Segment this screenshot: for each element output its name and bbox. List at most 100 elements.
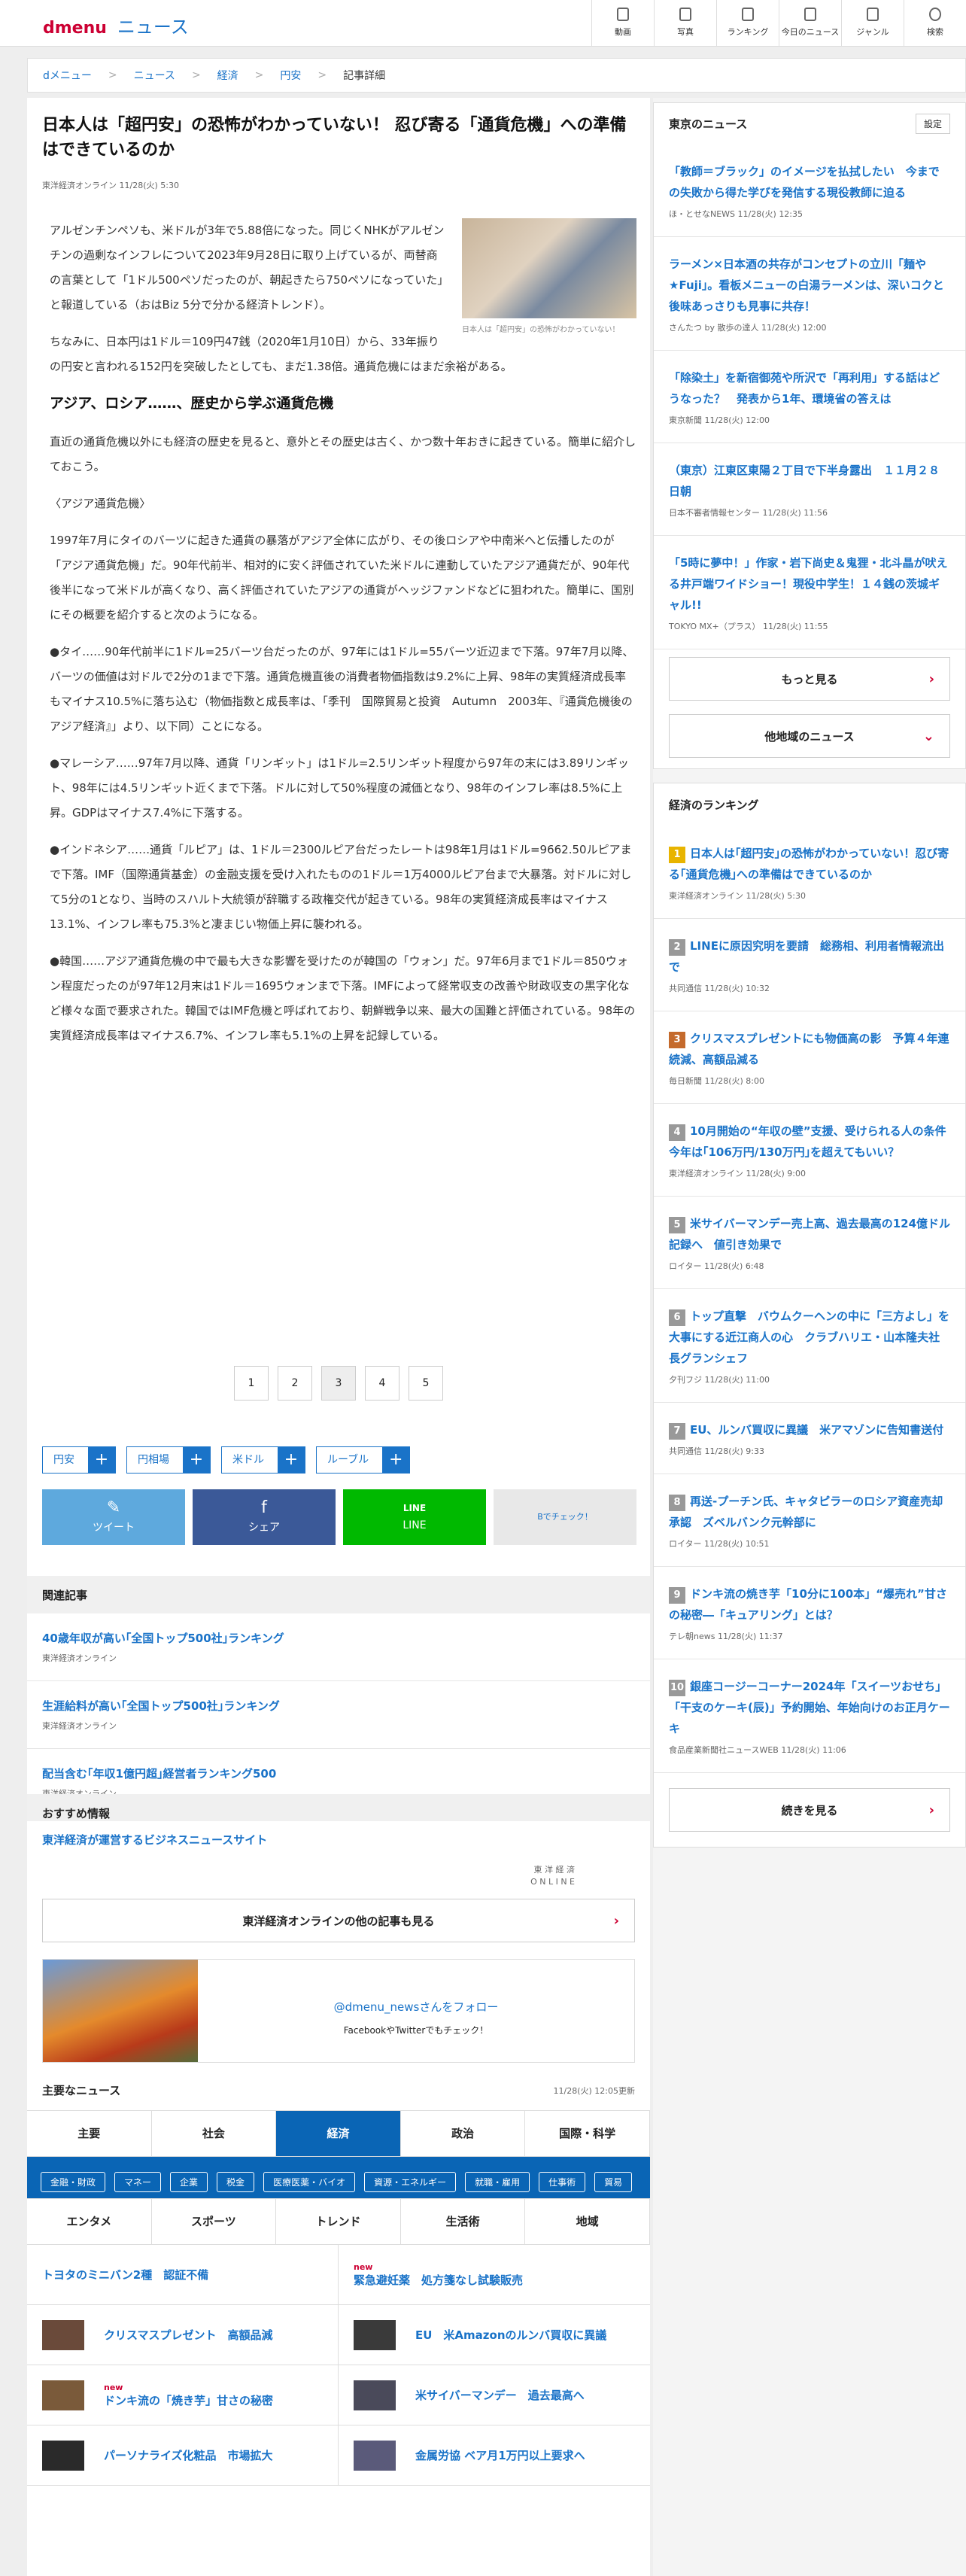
subtag[interactable]: 金融・財政: [41, 2172, 106, 2192]
crumb-economy[interactable]: 経済: [217, 68, 238, 83]
item-title: ラーメン×日本酒の共存がコンセプトの立川「麺や★Fuji」。看板メニューの白湯ラ…: [669, 257, 944, 313]
news-item[interactable]: new 緊急避妊薬 処方箋なし試験販売: [339, 2245, 650, 2305]
subtag[interactable]: 貿易: [594, 2172, 633, 2192]
tweet-button[interactable]: ✎ ツイート: [42, 1489, 185, 1545]
plus-icon[interactable]: +: [382, 1447, 410, 1473]
ranking-item[interactable]: 2 LINEに原因究明を要請 総務相、利用者情報流出で 共同通信 11/28(火) …: [654, 919, 965, 1011]
plus-icon[interactable]: +: [183, 1447, 210, 1473]
news-item[interactable]: EU 米Amazonのルンバ買収に異議: [339, 2305, 650, 2365]
subtag[interactable]: 企業: [170, 2172, 208, 2192]
page-4[interactable]: 4: [365, 1366, 399, 1401]
more-label: 続きを見る: [781, 1803, 838, 1817]
ranking-item[interactable]: 4 10月開始の“年収の壁”支援、受けられる人の条件 今年は｢106万円/130万…: [654, 1104, 965, 1197]
nav-photo[interactable]: 写真: [654, 0, 716, 47]
paragraph: ちなみに、日本円は1ドル＝109円47銭（2020年1月10日）から、33年振り…: [50, 335, 512, 373]
plus-icon[interactable]: +: [88, 1447, 115, 1473]
subtag[interactable]: 就職・雇用: [465, 2172, 530, 2192]
tab-entame[interactable]: エンタメ: [27, 2199, 152, 2244]
tab-economy[interactable]: 経済: [276, 2111, 401, 2156]
tab-main[interactable]: 主要: [27, 2111, 152, 2156]
ranking-item[interactable]: 1 日本人は｢超円安｣の恐怖がわかっていない！忍び寄る｢通貨危機｣への準備はできて…: [654, 826, 965, 919]
tab-region[interactable]: 地域: [525, 2199, 650, 2244]
subtag[interactable]: 仕事術: [539, 2172, 586, 2192]
line-button[interactable]: LINE LINE: [343, 1489, 486, 1545]
news-title: ドンキ流の「焼き芋」甘さの秘密: [104, 2393, 274, 2407]
item-source: 東洋経済オンライン 11/28(火) 5:30: [669, 891, 806, 901]
tag-yen[interactable]: 円安 +: [42, 1446, 116, 1474]
item-title: 銀座コージーコーナー2024年「スイーツおせち」「干支のケーキ(辰)」予約開始、…: [669, 1680, 950, 1735]
tokyo-item[interactable]: （東京）江東区東陽２丁目で下半身露出 １１月２８日朝 日本不審者情報センター 11…: [654, 443, 965, 536]
item-source: 東洋経済オンライン 11/28(火) 9:00: [669, 1169, 806, 1179]
subtag[interactable]: 税金: [217, 2172, 255, 2192]
subtag[interactable]: 医療医薬・バイオ: [263, 2172, 356, 2192]
page-3-current[interactable]: 3: [321, 1366, 356, 1401]
hatena-button[interactable]: Bでチェック！: [494, 1489, 636, 1545]
calendar-icon: [804, 8, 816, 21]
news-item[interactable]: new ドンキ流の「焼き芋」甘さの秘密: [27, 2365, 339, 2425]
tab-life[interactable]: 生活術: [401, 2199, 526, 2244]
nav-today[interactable]: 今日のニュース: [779, 0, 841, 47]
crumb-dmenu[interactable]: dメニュー: [43, 68, 92, 83]
article-image[interactable]: [462, 218, 636, 318]
news-item[interactable]: パーソナライズ化粧品 市場拡大: [27, 2425, 339, 2486]
item-source: さんたつ by 散歩の達人 11/28(火) 12:00: [669, 323, 827, 333]
logo-d: d: [43, 19, 55, 38]
tab-international[interactable]: 国際・科学: [525, 2111, 650, 2156]
crumb-yen[interactable]: 円安: [280, 68, 301, 83]
page-2[interactable]: 2: [278, 1366, 312, 1401]
ranking-item[interactable]: 6 トップ直撃 バウムクーヘンの中に「三方よし」を大事にする近江商人の心 クラブハ…: [654, 1289, 965, 1403]
logo-menu: menu: [54, 19, 107, 38]
nav-label: ジャンル: [856, 27, 889, 37]
article-body: 日本人は「超円安」の恐怖がわかっていない！ アルゼンチンペソも、米ドルが3年で5…: [50, 218, 636, 1060]
ranking-item[interactable]: 7 EU、ルンバ買収に異議 米アマゾンに告知書送付 共同通信 11/28(火) 9:…: [654, 1403, 965, 1474]
related-item[interactable]: 40歳年収が高い｢全国トップ500社｣ランキング 東洋経済オンライン: [27, 1613, 650, 1681]
tab-society[interactable]: 社会: [152, 2111, 277, 2156]
ranking-item[interactable]: 3 クリスマスプレゼントにも物価高の影 予算４年連続減、高額品減る 毎日新聞 11/…: [654, 1011, 965, 1104]
tokyo-item[interactable]: 「5時に夢中！」作家・岩下尚史＆鬼狸・北斗晶が吠える井戸端ワイドショー！現役中学…: [654, 536, 965, 649]
news-title: 金属労協 ベア月1万円以上要求へ: [415, 2449, 585, 2462]
facebook-share-button[interactable]: f シェア: [193, 1489, 336, 1545]
reco-link[interactable]: 東洋経済が運営するビジネスニュースサイト: [27, 1821, 650, 1858]
crumb-news[interactable]: ニュース: [134, 68, 175, 83]
nav-search[interactable]: 検索: [904, 0, 966, 47]
nav-video[interactable]: 動画: [591, 0, 654, 47]
nav-genre[interactable]: ジャンル: [841, 0, 904, 47]
logo-news: ニュース: [117, 17, 189, 38]
ranking-item[interactable]: 8 再送-プーチン氏、キャタピラーのロシア資産売却承認 ズベルバンク元幹部に ロイタ…: [654, 1474, 965, 1567]
tag-yen-rate[interactable]: 円相場 +: [126, 1446, 211, 1474]
news-item[interactable]: トヨタのミニバン2種 認証不備: [27, 2245, 339, 2305]
subtag[interactable]: マネー: [114, 2172, 162, 2192]
setting-button[interactable]: 設定: [915, 114, 950, 134]
tab-trend[interactable]: トレンド: [276, 2199, 401, 2244]
tokyo-item[interactable]: ラーメン×日本酒の共存がコンセプトの立川「麺や★Fuji」。看板メニューの白湯ラ…: [654, 237, 965, 351]
breadcrumb: dメニュー > ニュース > 経済 > 円安 > 記事詳細: [27, 58, 966, 93]
tab-sports[interactable]: スポーツ: [152, 2199, 277, 2244]
ranking-more-button[interactable]: 続きを見る ›: [669, 1788, 950, 1832]
ranking-item[interactable]: 10 銀座コージーコーナー2024年「スイーツおせち」「干支のケーキ(辰)」予約開…: [654, 1659, 965, 1773]
news-item[interactable]: 米サイバーマンデー 過去最高へ: [339, 2365, 650, 2425]
page-1[interactable]: 1: [234, 1366, 269, 1401]
tab-politics[interactable]: 政治: [401, 2111, 526, 2156]
follow-box[interactable]: @dmenu_newsさんをフォロー FacebookやTwitterでもチェッ…: [42, 1959, 635, 2063]
other-region-button[interactable]: 他地域のニュース ⌄: [669, 714, 950, 758]
related-articles: 関連記事 40歳年収が高い｢全国トップ500社｣ランキング 東洋経済オンライン 生…: [27, 1576, 650, 1817]
tokyo-item[interactable]: 「除染土」を新宿御苑や所沢で「再利用」する話はどうなった？ 発表から1年、環境省…: [654, 351, 965, 443]
dmenu-logo[interactable]: d menu ニュース: [43, 12, 189, 38]
news-title: トヨタのミニバン2種 認証不備: [42, 2268, 209, 2282]
related-item[interactable]: 生涯給料が高い｢全国トップ500社｣ランキング 東洋経済オンライン: [27, 1681, 650, 1749]
header-nav: 動画 写真 ランキング 今日のニュース ジャンル 検索: [591, 0, 966, 47]
page-5[interactable]: 5: [409, 1366, 443, 1401]
ranking-item[interactable]: 5 米サイバーマンデー売上高、過去最高の124億ドル記録へ 値引き効果で ロイター …: [654, 1197, 965, 1289]
tokyo-more-button[interactable]: もっと見る ›: [669, 657, 950, 701]
ranking-item[interactable]: 9 ドンキ流の焼き芋「10分に100本」“爆売れ”甘さの秘密―「キュアリング」とは…: [654, 1567, 965, 1659]
subtag[interactable]: 資源・エネルギー: [364, 2172, 457, 2192]
plus-icon[interactable]: +: [278, 1447, 305, 1473]
toyokeizai-logo[interactable]: 東 洋 経 済 O N L I N E: [27, 1858, 650, 1894]
tokyo-item[interactable]: 「教師＝ブラック」のイメージを払拭したい 今までの失敗から得た学びを発信する現役…: [654, 144, 965, 237]
nav-ranking[interactable]: ランキング: [716, 0, 779, 47]
news-item[interactable]: クリスマスプレゼント 高額品減: [27, 2305, 339, 2365]
news-item[interactable]: 金属労協 ベア月1万円以上要求へ: [339, 2425, 650, 2486]
tag-ruble[interactable]: ルーブル +: [316, 1446, 411, 1474]
toyokeizai-more-button[interactable]: 東洋経済オンラインの他の記事も見る ›: [42, 1899, 635, 1942]
tag-usd[interactable]: 米ドル +: [221, 1446, 305, 1474]
